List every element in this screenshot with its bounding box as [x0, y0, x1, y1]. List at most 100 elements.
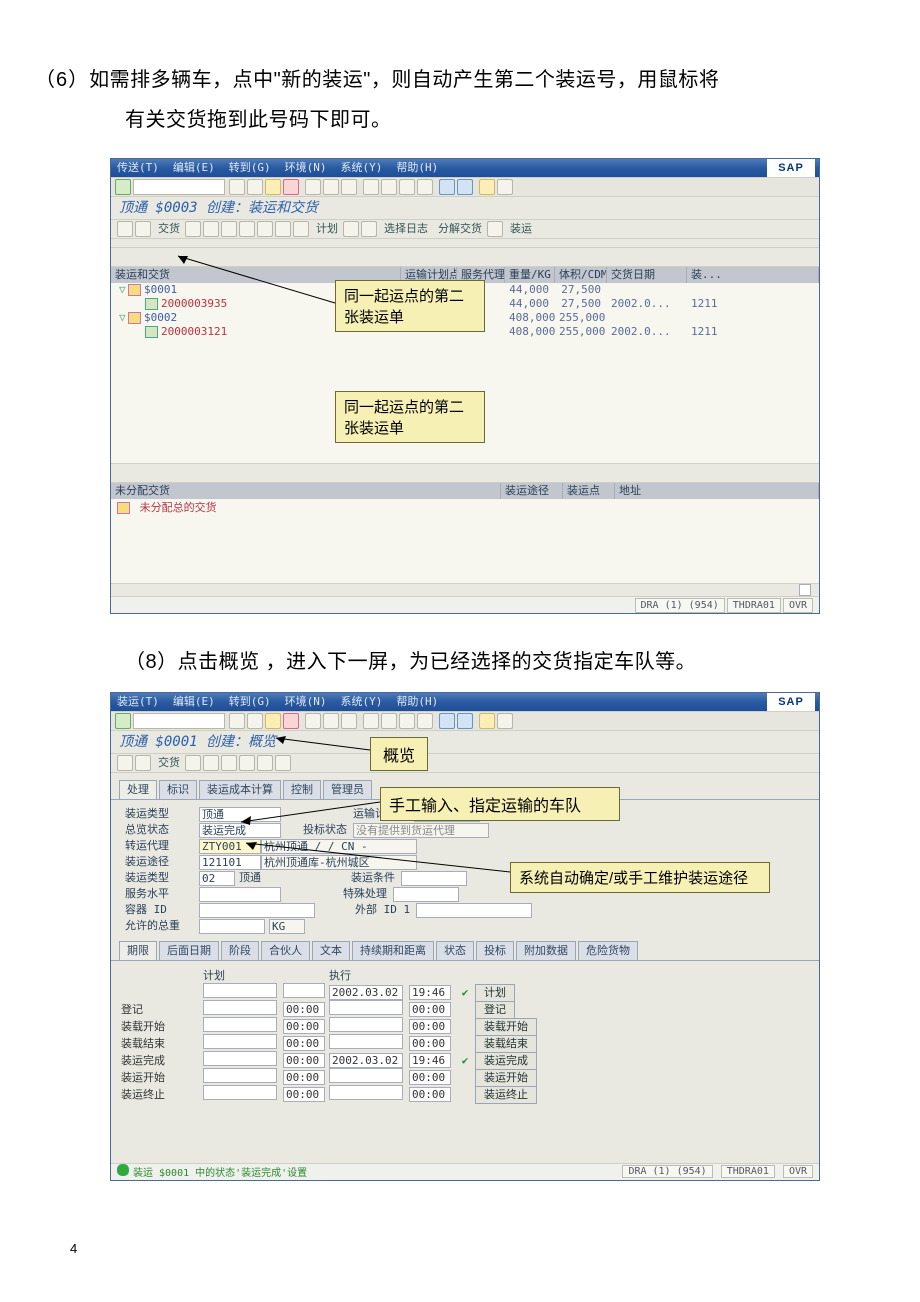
tb-icon-5[interactable] [221, 755, 237, 771]
tb-icon-11[interactable] [361, 221, 377, 237]
help-icon[interactable] [479, 179, 495, 195]
tab-duration[interactable]: 持续期和距离 [352, 941, 434, 960]
prev-page-icon[interactable] [381, 179, 397, 195]
fld-container-id[interactable] [199, 903, 315, 918]
menu-edit[interactable]: 编辑(E) [173, 695, 215, 709]
grid2-item[interactable]: 未分配总的交货 [140, 501, 217, 514]
tab-identification[interactable]: 标识 [159, 780, 197, 799]
tb-delivery[interactable]: 交货 [158, 222, 180, 236]
back-icon[interactable] [247, 179, 263, 195]
tb-plan[interactable]: 计划 [316, 222, 338, 236]
next-page-icon[interactable] [399, 179, 415, 195]
tb-icon-8[interactable] [275, 755, 291, 771]
status-button[interactable]: 登记 [475, 1001, 515, 1019]
fld-shipping-type[interactable]: 02 [199, 871, 235, 886]
plan-time[interactable]: 00:00 [283, 1087, 325, 1102]
tb-icon-4[interactable] [203, 755, 219, 771]
exec-time[interactable]: 00:00 [409, 1087, 451, 1102]
tb-icon-6[interactable] [239, 221, 255, 237]
tb-icon-9[interactable] [293, 221, 309, 237]
plan-date[interactable] [203, 983, 277, 998]
exit-icon[interactable] [265, 179, 281, 195]
status-button[interactable]: 装载结束 [475, 1035, 537, 1053]
tb-delivery[interactable]: 交货 [158, 756, 180, 770]
plan-date[interactable] [203, 1034, 277, 1049]
first-page-icon[interactable] [363, 713, 379, 729]
plan-date[interactable] [203, 1000, 277, 1015]
exec-date[interactable]: 2002.03.02 [329, 1053, 403, 1068]
tb-select-log[interactable]: 选择日志 [384, 222, 428, 236]
tb-icon-6[interactable] [239, 755, 255, 771]
tb-shipment[interactable]: 装运 [510, 222, 532, 236]
plan-date[interactable] [203, 1051, 277, 1066]
menu-help[interactable]: 帮助(H) [396, 161, 438, 175]
save-icon[interactable] [229, 713, 245, 729]
fld-overview-status[interactable]: 装运完成 [199, 823, 281, 838]
tab-texts[interactable]: 文本 [312, 941, 350, 960]
back-icon[interactable] [247, 713, 263, 729]
next-page-icon[interactable] [399, 713, 415, 729]
fld-shipping-cond[interactable] [401, 871, 467, 886]
fld-special[interactable] [393, 887, 459, 902]
tab-tender[interactable]: 投标 [476, 941, 514, 960]
hscroll-icon[interactable] [799, 584, 811, 596]
exec-date[interactable] [329, 1085, 403, 1100]
status-button[interactable]: 装运终止 [475, 1086, 537, 1104]
fld-shipment-type[interactable]: 顶通 [199, 807, 281, 822]
find-next-icon[interactable] [341, 713, 357, 729]
exec-date[interactable] [329, 1034, 403, 1049]
tab-cost-calc[interactable]: 装运成本计算 [199, 780, 281, 799]
fld-route[interactable]: 121101 [199, 855, 261, 870]
plan-date[interactable] [203, 1085, 277, 1100]
tb-icon-5[interactable] [221, 221, 237, 237]
exec-date[interactable] [329, 1017, 403, 1032]
tb-icon-2[interactable] [135, 221, 151, 237]
tab-processing[interactable]: 处理 [119, 780, 157, 799]
exec-time[interactable]: 00:00 [409, 1019, 451, 1034]
menu-system[interactable]: 系统(Y) [341, 695, 383, 709]
enter-icon[interactable] [115, 713, 131, 729]
exec-date[interactable] [329, 1000, 403, 1015]
new-session-icon[interactable] [439, 179, 455, 195]
status-button[interactable]: 装载开始 [475, 1018, 537, 1036]
menu-system[interactable]: 系统(Y) [341, 161, 383, 175]
plan-time[interactable]: 00:00 [283, 1070, 325, 1085]
shortcut-icon[interactable] [457, 179, 473, 195]
last-page-icon[interactable] [417, 713, 433, 729]
menu-transport[interactable]: 传送(T) [117, 161, 159, 175]
exec-time[interactable]: 19:46 [409, 1053, 451, 1068]
tb-icon-3[interactable] [185, 221, 201, 237]
enter-icon[interactable] [115, 179, 131, 195]
shortcut-icon[interactable] [457, 713, 473, 729]
last-page-icon[interactable] [417, 179, 433, 195]
layout-icon[interactable] [497, 179, 513, 195]
layout-icon[interactable] [497, 713, 513, 729]
tb-icon-3[interactable] [185, 755, 201, 771]
tb-icon-2[interactable] [135, 755, 151, 771]
menu-help[interactable]: 帮助(H) [396, 695, 438, 709]
tab-next-date[interactable]: 后面日期 [159, 941, 219, 960]
fld-service-level[interactable] [199, 887, 281, 902]
plan-time[interactable]: 00:00 [283, 1036, 325, 1051]
prev-page-icon[interactable] [381, 713, 397, 729]
plan-time[interactable]: 00:00 [283, 1002, 325, 1017]
exec-time[interactable]: 19:46 [409, 985, 451, 1000]
tb-icon-12[interactable] [487, 221, 503, 237]
find-icon[interactable] [323, 713, 339, 729]
status-button[interactable]: 装运开始 [475, 1069, 537, 1087]
first-page-icon[interactable] [363, 179, 379, 195]
tb-icon-1[interactable] [117, 221, 133, 237]
tb-icon-4[interactable] [203, 221, 219, 237]
plan-date[interactable] [203, 1017, 277, 1032]
status-button[interactable]: 计划 [475, 984, 515, 1002]
fld-total-weight[interactable] [199, 919, 265, 934]
plan-time[interactable] [283, 983, 325, 998]
menu-edit[interactable]: 编辑(E) [173, 161, 215, 175]
help-icon[interactable] [479, 713, 495, 729]
menu-environment[interactable]: 环境(N) [285, 695, 327, 709]
print-icon[interactable] [305, 179, 321, 195]
tb-icon-1[interactable] [117, 755, 133, 771]
exec-time[interactable]: 00:00 [409, 1002, 451, 1017]
menu-goto[interactable]: 转到(G) [229, 695, 271, 709]
plan-date[interactable] [203, 1068, 277, 1083]
